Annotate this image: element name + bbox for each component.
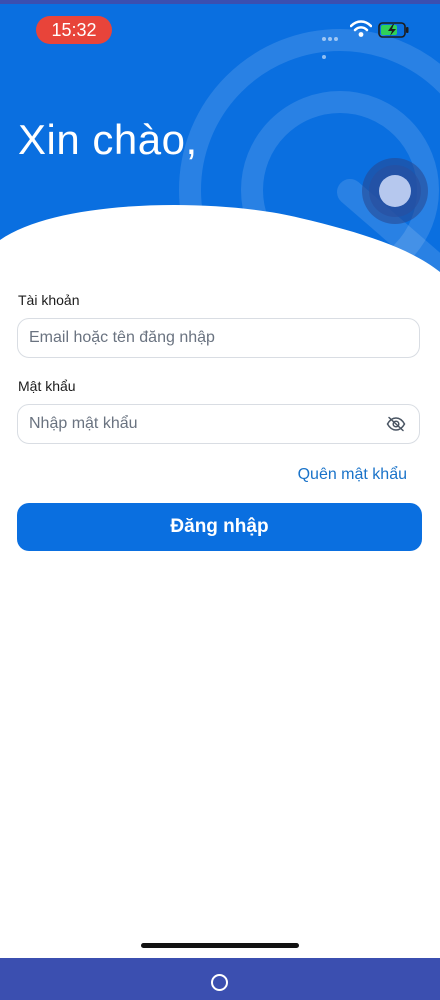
password-field[interactable] xyxy=(17,404,420,444)
home-circle-icon[interactable] xyxy=(211,974,228,991)
status-bar: 15:32 xyxy=(0,14,440,59)
login-button[interactable]: Đăng nhập xyxy=(17,503,422,551)
account-input[interactable] xyxy=(29,319,369,357)
assistive-touch-button[interactable] xyxy=(362,158,428,224)
navigation-bar xyxy=(0,958,440,1000)
assistive-touch-icon xyxy=(379,175,411,207)
forgot-password-link[interactable]: Quên mật khẩu xyxy=(298,466,407,484)
wifi-icon xyxy=(350,20,372,37)
account-field[interactable] xyxy=(17,318,420,358)
signal-dots-icon xyxy=(322,28,344,59)
battery-charging-icon xyxy=(378,22,409,38)
password-input[interactable] xyxy=(29,405,369,443)
login-screen: Xin chào, 15:32 Tài khoản Mật khẩu xyxy=(0,0,440,1000)
eye-off-icon[interactable] xyxy=(386,416,406,432)
home-indicator[interactable] xyxy=(141,943,299,948)
account-label: Tài khoản xyxy=(18,292,80,308)
top-accent-bar xyxy=(0,0,440,4)
greeting-title: Xin chào, xyxy=(18,116,198,163)
status-time: 15:32 xyxy=(36,16,112,44)
password-label: Mật khẩu xyxy=(18,378,76,394)
